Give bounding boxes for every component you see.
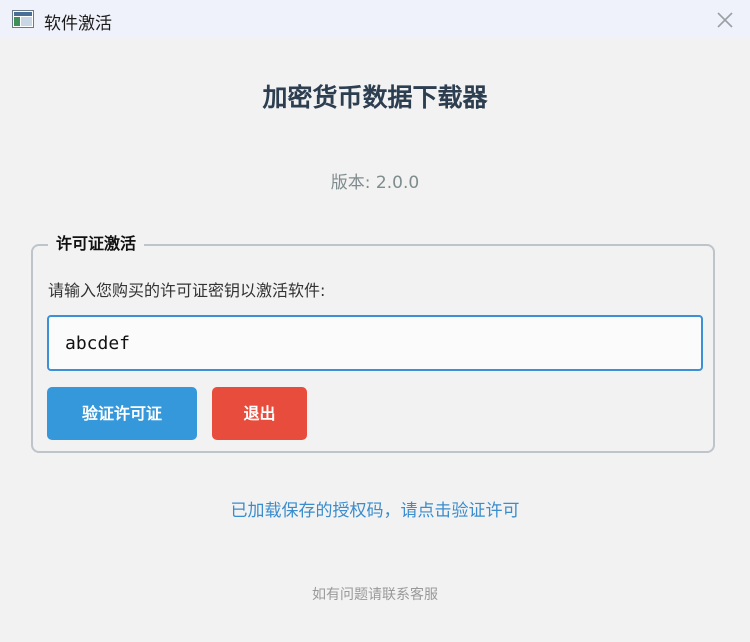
exit-button[interactable]: 退出	[212, 387, 307, 440]
license-group-title: 许可证激活	[48, 230, 145, 254]
version-label: 版本: 2.0.0	[330, 173, 420, 193]
activation-window: 软件激活 加密货币数据下载器 版本: 2.0.0 许可证激活 请输入您购买的许可…	[0, 0, 750, 642]
title-bar: 软件激活	[0, 0, 750, 38]
app-window-icon	[12, 10, 34, 28]
verify-license-button[interactable]: 验证许可证	[47, 387, 197, 440]
license-key-input[interactable]	[47, 315, 703, 371]
license-key-prompt: 请输入您购买的许可证密钥以激活软件:	[48, 281, 326, 300]
status-message: 已加载保存的授权码，请点击验证许可	[230, 501, 520, 521]
window-title: 软件激活	[44, 14, 112, 34]
app-title: 加密货币数据下载器	[262, 83, 488, 112]
close-icon[interactable]	[713, 8, 737, 32]
footer-contact-text: 如有问题请联系客服	[312, 587, 438, 603]
